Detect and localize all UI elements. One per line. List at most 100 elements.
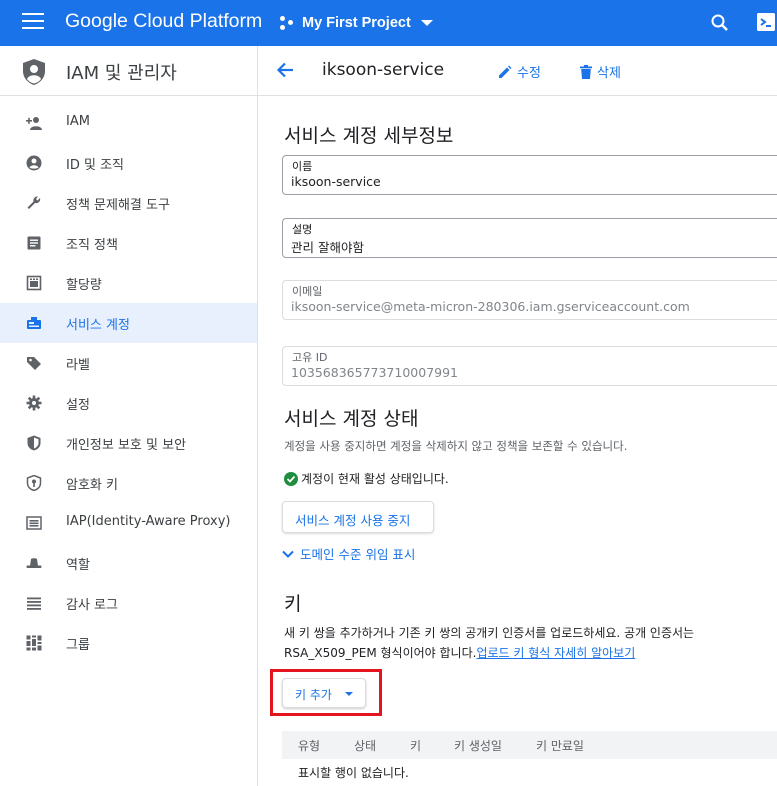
description-field-value: 관리 잘해야함: [291, 240, 364, 255]
sidebar-item-org-policies[interactable]: 조직 정책: [0, 223, 257, 263]
sidebar-item-label: 개인정보 보호 및 보안: [66, 438, 187, 453]
column-expires[interactable]: 키 만료일: [536, 737, 584, 754]
sidebar-item-quotas[interactable]: 할당량: [0, 263, 257, 303]
name-field-label: 이름: [292, 160, 313, 173]
gear-icon: [26, 395, 42, 411]
name-field[interactable]: 이름 iksoon-service: [282, 155, 777, 195]
description-field-label: 설명: [292, 223, 313, 236]
quota-icon: [26, 275, 42, 291]
edit-button-label: 수정: [517, 66, 541, 81]
unique-id-field-value: 103568365773710007991: [291, 365, 459, 380]
sidebar-item-labels[interactable]: 라벨: [0, 343, 257, 383]
back-arrow-icon[interactable]: [276, 60, 296, 80]
sidebar-item-encryption-keys[interactable]: 암호화 키: [0, 463, 257, 503]
caret-down-icon: [345, 692, 353, 696]
brand-title[interactable]: Google Cloud Platform: [65, 10, 262, 33]
disable-button-label: 서비스 계정 사용 중지: [295, 513, 411, 528]
column-status[interactable]: 상태: [354, 737, 376, 754]
left-navigation: IAM 및 관리자 IAM ID 및 조직 정책 문제해결 도구 조직 정책 할…: [0, 46, 258, 786]
list-icon: [27, 597, 41, 610]
column-key[interactable]: 키: [410, 737, 421, 754]
cloud-shell-icon[interactable]: [757, 13, 775, 31]
sidebar-item-label: 암호화 키: [66, 478, 118, 493]
delete-button-label: 삭제: [597, 66, 621, 81]
sidebar-item-label: 정책 문제해결 도구: [66, 198, 170, 213]
active-status-text: 계정이 현재 활성 상태입니다.: [301, 472, 449, 486]
sidebar-item-settings[interactable]: 설정: [0, 383, 257, 423]
nav-header: IAM 및 관리자: [0, 46, 257, 96]
sidebar-item-policy-troubleshooter[interactable]: 정책 문제해결 도구: [0, 183, 257, 223]
label-tag-icon: [27, 357, 41, 370]
sidebar-item-label: ID 및 조직: [66, 158, 124, 173]
active-status: 계정이 현재 활성 상태입니다.: [284, 470, 449, 487]
keys-description-line1: 새 키 쌍을 추가하거나 기존 키 쌍의 공개키 인증서를 업로드하세요. 공개…: [284, 626, 695, 640]
column-created[interactable]: 키 생성일: [454, 737, 502, 754]
delete-button[interactable]: 삭제: [580, 62, 621, 81]
hat-icon: [26, 558, 42, 568]
email-field-value: iksoon-service@meta-micron-280306.iam.gs…: [291, 299, 690, 314]
description-field[interactable]: 설명 관리 잘해야함: [282, 218, 777, 258]
check-circle-icon: [284, 471, 298, 486]
sidebar-item-groups[interactable]: 그룹: [0, 623, 257, 663]
nav-title: IAM 및 관리자: [66, 63, 177, 84]
wrench-icon: [27, 196, 41, 209]
privacy-shield-icon: [27, 435, 41, 451]
sidebar-item-label: 서비스 계정: [66, 318, 130, 333]
pencil-icon: [499, 65, 512, 78]
content-header: iksoon-service 수정 삭제: [258, 46, 777, 96]
sidebar-item-label: 할당량: [66, 278, 102, 293]
iap-icon: [26, 516, 42, 530]
iam-shield-icon: [23, 59, 45, 85]
project-name: My First Project: [302, 15, 411, 31]
email-field: 이메일 iksoon-service@meta-micron-280306.ia…: [282, 280, 777, 320]
sidebar-item-identity-organization[interactable]: ID 및 조직: [0, 143, 257, 183]
sidebar-item-audit-logs[interactable]: 감사 로그: [0, 583, 257, 623]
edit-button[interactable]: 수정: [498, 62, 541, 81]
learn-more-key-format-link[interactable]: 업로드 키 형식 자세히 알아보기: [476, 646, 635, 660]
keys-heading: 키: [284, 593, 302, 615]
keys-table-header: 유형 상태 키 키 생성일 키 만료일: [282, 731, 777, 759]
status-description: 계정을 사용 중지하면 계정을 삭제하지 않고 정책을 보존할 수 있습니다.: [284, 439, 628, 453]
domain-delegation-label: 도메인 수준 위임 표시: [300, 547, 416, 562]
sidebar-item-label: 감사 로그: [66, 598, 118, 613]
groups-icon: [26, 635, 42, 651]
page-title: iksoon-service: [322, 60, 445, 80]
sidebar-item-iam[interactable]: IAM: [0, 103, 257, 143]
top-app-bar: Google Cloud Platform My First Project: [0, 0, 777, 46]
sidebar-item-label: 설정: [66, 398, 90, 413]
unique-id-field-label: 고유 ID: [292, 351, 328, 364]
sidebar-item-service-accounts[interactable]: 서비스 계정: [0, 303, 257, 343]
service-account-icon: [27, 317, 41, 329]
add-key-label: 키 추가: [295, 688, 332, 702]
column-type[interactable]: 유형: [298, 737, 320, 754]
main-content: 서비스 계정 세부정보 이름 iksoon-service 설명 관리 잘해야함…: [258, 97, 777, 786]
person-add-icon: [26, 117, 42, 130]
hamburger-menu-icon[interactable]: [22, 13, 44, 33]
project-dots-icon: [280, 16, 294, 30]
name-field-value: iksoon-service: [291, 174, 381, 189]
sidebar-item-privacy-security[interactable]: 개인정보 보호 및 보안: [0, 423, 257, 463]
sidebar-item-label: 역할: [66, 558, 90, 573]
details-heading: 서비스 계정 세부정보: [284, 125, 454, 147]
add-key-button[interactable]: 키 추가: [282, 678, 366, 708]
unique-id-field: 고유 ID 103568365773710007991: [282, 346, 777, 386]
article-icon: [27, 236, 41, 250]
search-icon[interactable]: [710, 13, 730, 33]
sidebar-item-label: IAP(Identity-Aware Proxy): [66, 514, 231, 529]
empty-table-message: 표시할 행이 없습니다.: [298, 766, 409, 780]
sidebar-item-label: IAM: [66, 114, 90, 129]
keys-description: 새 키 쌍을 추가하거나 기존 키 쌍의 공개키 인증서를 업로드하세요. 공개…: [284, 623, 777, 663]
status-heading: 서비스 계정 상태: [284, 408, 419, 430]
sidebar-item-label: 라벨: [66, 358, 90, 373]
chevron-down-icon: [282, 550, 294, 558]
disable-service-account-button[interactable]: 서비스 계정 사용 중지: [282, 501, 434, 533]
show-domain-delegation-link[interactable]: 도메인 수준 위임 표시: [282, 544, 415, 563]
keys-description-line2: RSA_X509_PEM 형식이어야 합니다.: [284, 646, 477, 660]
key-shield-icon: [26, 475, 42, 491]
trash-icon: [580, 64, 592, 79]
sidebar-item-iap[interactable]: IAP(Identity-Aware Proxy): [0, 503, 257, 543]
sidebar-item-label: 그룹: [66, 638, 90, 653]
project-selector[interactable]: My First Project: [280, 12, 433, 34]
account-circle-icon: [26, 155, 42, 171]
sidebar-item-roles[interactable]: 역할: [0, 543, 257, 583]
